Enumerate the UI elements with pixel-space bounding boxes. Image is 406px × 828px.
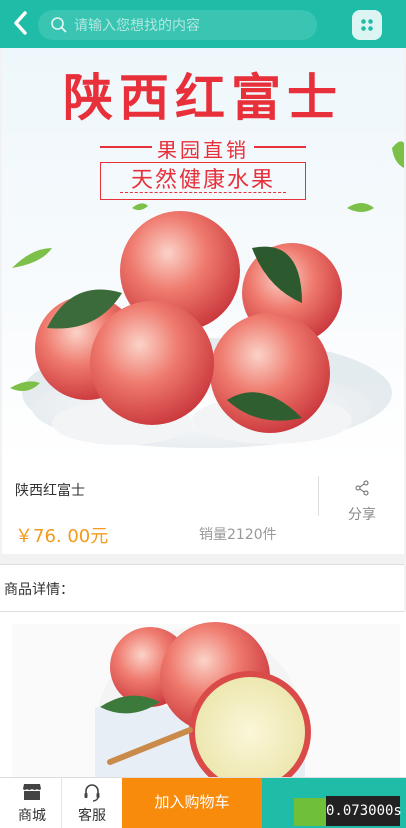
share-label: 分享 (348, 507, 376, 523)
service-tab[interactable]: 客服 (61, 778, 122, 828)
search-box[interactable] (38, 10, 317, 42)
product-price: ￥76. 00元 (15, 526, 109, 547)
details-header: 商品详情： (0, 564, 404, 612)
grid-menu-button[interactable] (352, 10, 382, 40)
detail-image (0, 612, 406, 777)
product-hero-image: 陕西红富士 果园直销 天然健康水果 (2, 48, 404, 466)
add-to-cart-button[interactable]: 加入购物车 (122, 778, 262, 828)
divider (318, 476, 319, 516)
search-input[interactable] (72, 10, 312, 42)
detail-apple-illustration (12, 622, 400, 777)
timer-text: 0.073000s (326, 796, 402, 826)
shop-tab[interactable]: 商城 (2, 778, 62, 828)
search-icon (51, 17, 67, 33)
shop-icon (23, 784, 41, 800)
share-button[interactable]: 分享 (324, 476, 400, 546)
apples-illustration (10, 141, 404, 448)
timer-overlay: 0.073000s (294, 796, 404, 826)
product-info: 陕西红富士 ￥76. 00元 销量2120件 分享 (2, 466, 404, 554)
share-icon (355, 480, 369, 496)
back-arrow-icon[interactable] (10, 10, 34, 36)
details-label: 商品详情： (4, 582, 74, 598)
grid-menu-icon (361, 19, 373, 31)
product-sales: 销量2120件 (199, 527, 277, 543)
leaf-icon (294, 798, 326, 826)
product-name: 陕西红富士 (15, 483, 85, 499)
shop-label: 商城 (18, 808, 46, 824)
top-header (0, 0, 406, 48)
service-label: 客服 (78, 808, 106, 824)
headset-icon (84, 784, 100, 802)
